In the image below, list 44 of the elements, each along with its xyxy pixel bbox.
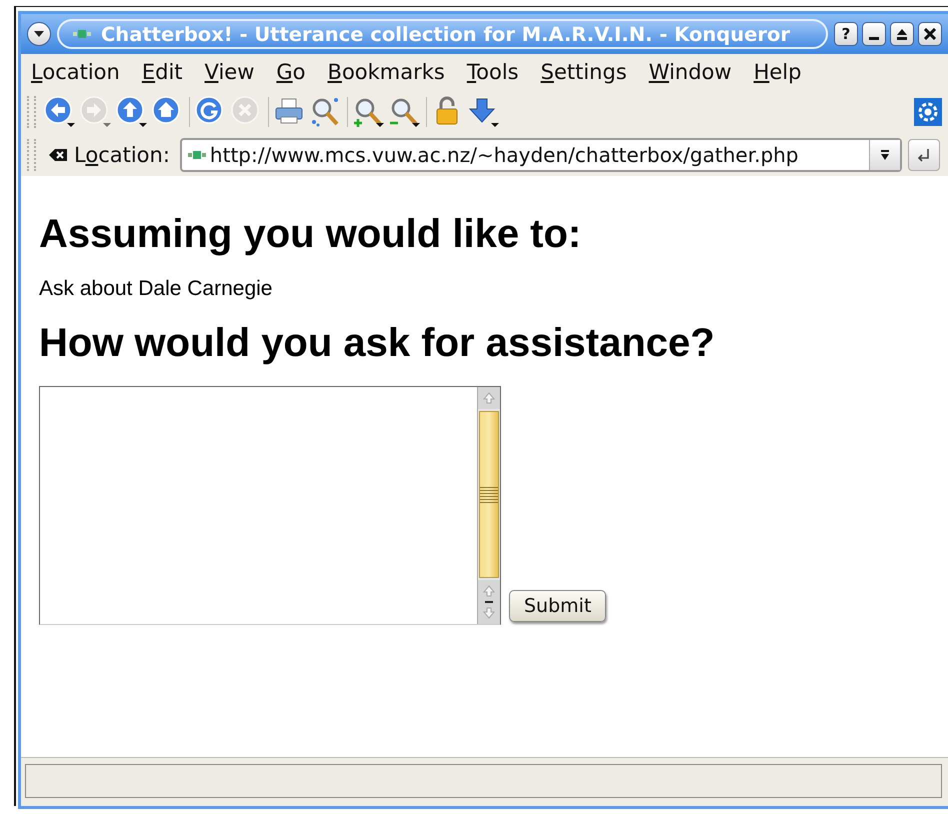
site-icon — [188, 151, 206, 159]
close-icon — [924, 28, 936, 40]
caret-icon — [32, 29, 46, 39]
toolbar-handle[interactable] — [27, 139, 36, 171]
back-icon — [43, 95, 77, 129]
submit-button[interactable]: Submit — [509, 590, 606, 622]
minimize-button[interactable] — [862, 22, 886, 46]
intent-text: Ask about Dale Carnegie — [39, 277, 274, 301]
help-button[interactable]: ? — [834, 22, 858, 46]
menu-item[interactable]: View — [204, 60, 254, 84]
history-dropdown-button[interactable] — [869, 140, 900, 170]
menu-item[interactable]: Window — [648, 60, 732, 84]
back-button[interactable] — [42, 95, 78, 129]
scroll-up-icon[interactable] — [482, 391, 496, 405]
menu-item[interactable]: Help — [754, 60, 802, 84]
menu-item[interactable]: Settings — [540, 60, 627, 84]
site-icon — [73, 30, 91, 38]
page-heading: Assuming you would like to: — [39, 212, 582, 257]
scroll-thumb[interactable] — [479, 411, 499, 578]
menu-item[interactable]: Go — [276, 60, 306, 84]
go-button[interactable] — [908, 139, 940, 171]
minimize-icon — [869, 36, 879, 40]
up-icon — [115, 95, 149, 129]
maximize-icon — [896, 28, 908, 40]
menu-item[interactable]: Bookmarks — [328, 60, 445, 84]
scroll-arrows-icon[interactable] — [482, 584, 496, 620]
gear-logo-icon — [914, 98, 942, 126]
location-label: Location: — [74, 143, 170, 167]
close-button[interactable] — [918, 22, 942, 46]
forward-icon — [79, 95, 113, 129]
scrollbar[interactable] — [477, 387, 500, 624]
url-field[interactable]: http://www.mcs.vuw.ac.nz/~hayden/chatterbox/gather.php — [180, 138, 902, 172]
clear-location-icon[interactable] — [48, 147, 68, 163]
up-button[interactable] — [114, 95, 150, 129]
menu-item[interactable]: Location — [31, 60, 120, 84]
window-menu-button[interactable] — [27, 22, 51, 46]
page-heading: How would you ask for assistance? — [39, 321, 716, 366]
maximize-button[interactable] — [890, 22, 914, 46]
caret-icon — [880, 149, 890, 161]
menu-item[interactable]: Edit — [142, 60, 183, 84]
toolbar-handle[interactable] — [27, 96, 36, 128]
window-title: Chatterbox! - Utterance collection for M.A.R.V.I.N. - Konqueror — [57, 19, 828, 49]
enter-icon — [916, 147, 932, 163]
menu-item[interactable]: Tools — [466, 60, 519, 84]
